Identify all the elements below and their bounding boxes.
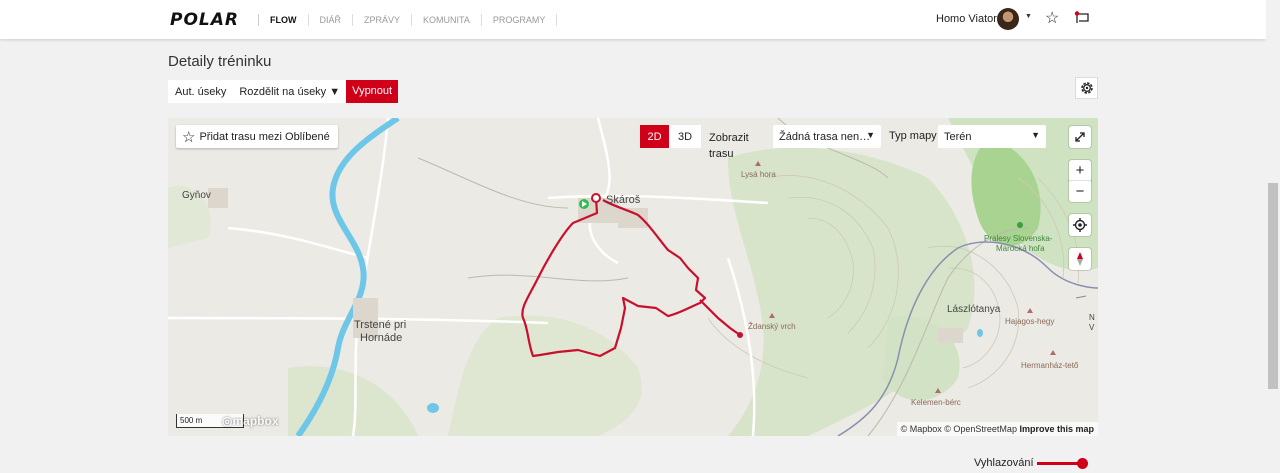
bottom-panel [168, 446, 1098, 473]
auto-laps-label: Aut. úseky [175, 85, 227, 98]
place-label: Kelemen-bérc [911, 398, 961, 407]
star-icon[interactable]: ☆ [1045, 8, 1059, 28]
nav-item-diary[interactable]: DIÁŘ [309, 13, 354, 26]
scrollbar-thumb[interactable] [1268, 183, 1278, 389]
chevron-down-icon[interactable]: ▼ [1025, 13, 1032, 20]
turn-off-button[interactable]: Vypnout [346, 80, 399, 103]
show-route-label: Zobrazit trasu [709, 132, 749, 160]
avatar[interactable] [997, 8, 1019, 30]
zoom-out-button[interactable]: − [1069, 181, 1091, 202]
map-terrain[interactable] [168, 118, 1098, 436]
compass-icon [1077, 252, 1083, 266]
nav-item-community[interactable]: KOMUNITA [412, 13, 482, 26]
place-label: Gyňov [182, 190, 211, 201]
place-label: Hornáde [360, 332, 403, 344]
compass-button[interactable] [1069, 248, 1091, 270]
locate-button[interactable] [1069, 214, 1091, 236]
nav-item-programs[interactable]: PROGRAMY [482, 13, 558, 26]
smoothing-label: Vyhlazování [974, 457, 1034, 469]
nav-item-reports[interactable]: ZPRÁVY [353, 13, 413, 26]
place-label: N [1089, 313, 1095, 322]
place-label: Lysá hora [741, 170, 776, 179]
map-type-label: Typ mapy [889, 130, 937, 142]
chevron-down-icon: ▼ [866, 130, 875, 140]
improve-map-link[interactable]: Improve this map [1019, 424, 1094, 434]
place-label: Lászlótanya [947, 304, 1001, 315]
main-nav: FLOW DIÁŘ ZPRÁVY KOMUNITA PROGRAMY [258, 0, 558, 39]
view-2d-button[interactable]: 2D [640, 125, 669, 148]
star-icon: ☆ [182, 128, 196, 146]
place-label: Ždanský vrch [748, 322, 796, 331]
split-laps-select[interactable]: Rozdělit na úseky ▼ [233, 86, 346, 98]
place-label: V [1089, 323, 1095, 332]
nav-item-flow[interactable]: FLOW [258, 13, 309, 26]
notification-flag-icon[interactable] [1074, 11, 1090, 25]
route-map[interactable]: Gyňov Skároš Trstené pri Hornáde Lysá ho… [168, 118, 1098, 436]
map-type-select[interactable]: Terén ▼ [938, 125, 1046, 148]
smoothing-slider-handle[interactable] [1077, 458, 1088, 469]
place-label: Pralesy Slovenska- [984, 234, 1053, 243]
auto-laps-bar: Aut. úseky Rozdělit na úseky ▼ Vypnout [168, 80, 399, 103]
route-select[interactable]: Žádná trasa nen… ▼ [773, 125, 881, 148]
place-label: Marocká hoľa [996, 244, 1045, 253]
page-title: Detaily tréninku [168, 53, 272, 70]
chevron-down-icon: ▼ [1031, 130, 1040, 140]
mapbox-logo[interactable]: ◎mapbox [222, 414, 279, 428]
view-3d-button[interactable]: 3D [669, 125, 701, 148]
mapbox-icon: ◎ [222, 414, 233, 428]
map-attribution: © Mapbox © OpenStreetMap Improve this ma… [896, 422, 1098, 436]
crosshair-icon [1073, 218, 1087, 232]
place-label: Skároš [606, 194, 641, 206]
expand-icon [1075, 132, 1085, 142]
user-name[interactable]: Homo Viator [936, 13, 997, 25]
top-navigation-bar: POLAR FLOW DIÁŘ ZPRÁVY KOMUNITA PROGRAMY… [0, 0, 1266, 39]
place-label: Hermanház-tető [1021, 361, 1079, 370]
place-label: Hajagos-hegy [1005, 317, 1055, 326]
place-label: Trstené pri [354, 319, 407, 331]
add-to-favorites-button[interactable]: ☆ Přidat trasu mezi Oblíbené [176, 125, 338, 148]
fullscreen-button[interactable] [1069, 126, 1091, 148]
gear-icon [1080, 82, 1093, 94]
settings-button[interactable] [1075, 77, 1098, 99]
polar-logo[interactable]: POLAR [170, 10, 239, 30]
smoothing-slider-track[interactable] [1037, 462, 1081, 465]
zoom-in-button[interactable]: + [1069, 160, 1091, 181]
